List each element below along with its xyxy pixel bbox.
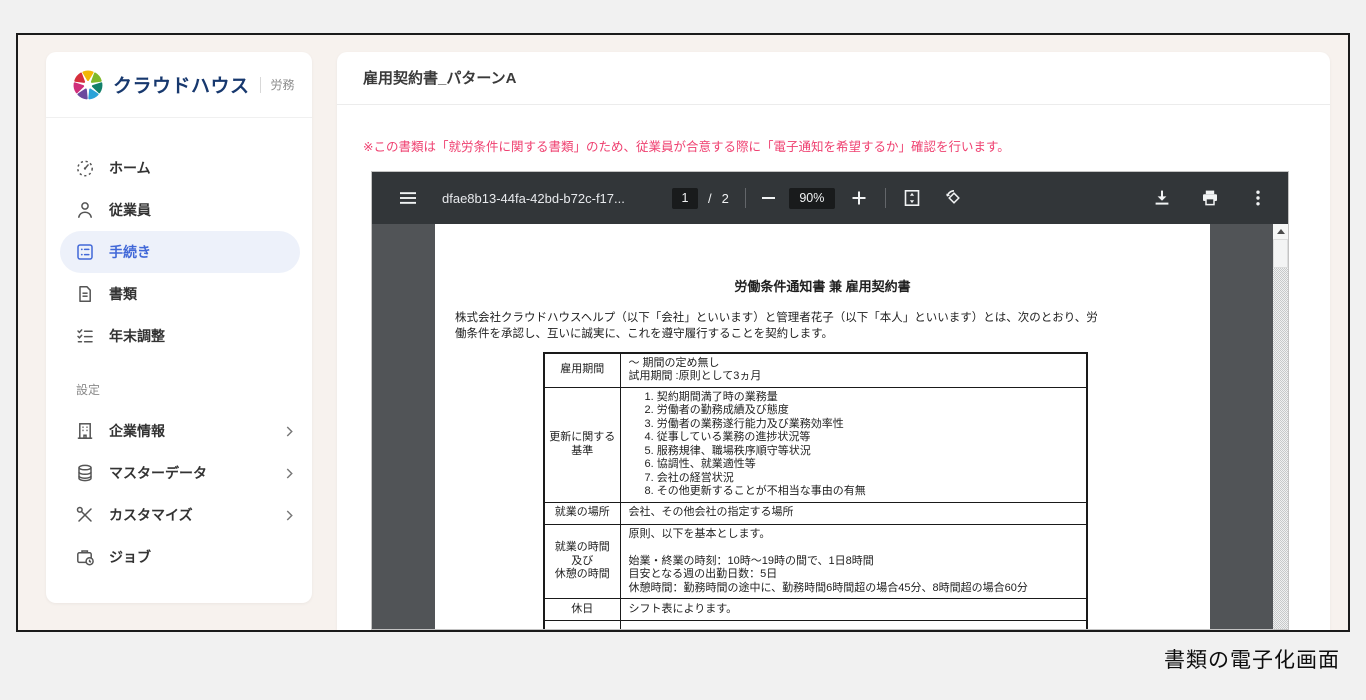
- sidebar-item-jobs[interactable]: ジョブ: [46, 536, 312, 578]
- row-label: 休暇: [544, 621, 620, 629]
- sidebar-item-master-data[interactable]: マスターデータ: [46, 452, 312, 494]
- building-icon: [75, 421, 95, 441]
- table-row: 就業の場所 会社、その他会社の指定する場所: [544, 502, 1087, 524]
- page-title: 雇用契約書_パターンA: [337, 52, 1330, 105]
- table-row: 雇用期間 ～ 期間の定め無し 試用期間 :原則として3ヵ月: [544, 353, 1087, 388]
- zoom-out-button[interactable]: [762, 197, 775, 199]
- zoom-in-button[interactable]: [849, 188, 869, 208]
- sidebar-item-documents[interactable]: 書類: [46, 273, 312, 315]
- pdf-scrollbar[interactable]: [1273, 224, 1288, 629]
- more-vert-icon: [1248, 188, 1268, 208]
- checklist-icon: [75, 326, 95, 346]
- page-separator: /: [708, 191, 712, 206]
- rotate-button[interactable]: [944, 188, 964, 208]
- sidebar-item-procedures[interactable]: 手続き: [60, 231, 300, 273]
- contract-title: 労働条件通知書 兼 雇用契約書: [455, 276, 1190, 295]
- row-content: 会社、その他会社の指定する場所: [620, 502, 1087, 524]
- row-label: 更新に関する 基準: [544, 387, 620, 502]
- main-nav: ホーム 従業員 手続き: [46, 118, 312, 578]
- document-icon: [75, 284, 95, 304]
- main-content: 雇用契約書_パターンA ※この書類は「就労条件に関する書類」のため、従業員が合意…: [337, 52, 1330, 630]
- logo: クラウドハウス 労務: [46, 52, 312, 118]
- product-name: 労務: [260, 77, 295, 93]
- fit-page-button[interactable]: [902, 188, 922, 208]
- pdf-page: 労働条件通知書 兼 雇用契約書 株式会社クラウドハウスヘルプ（以下「会社」といい…: [435, 224, 1210, 629]
- sidebar: クラウドハウス 労務 ホーム 従業員: [46, 52, 312, 603]
- pdf-canvas: 労働条件通知書 兼 雇用契約書 株式会社クラウドハウスヘルプ（以下「会社」といい…: [372, 224, 1288, 629]
- app-window-frame: クラウドハウス 労務 ホーム 従業員: [16, 33, 1350, 632]
- sidebar-item-label: 従業員: [109, 200, 151, 220]
- row-content: 1. 契約期間満了時の業務量 2. 労働者の勤務成績及び態度 3. 労働者の業務…: [620, 387, 1087, 502]
- chevron-right-icon: [285, 425, 294, 438]
- sidebar-item-employees[interactable]: 従業員: [46, 189, 312, 231]
- scroll-up-icon: [1277, 229, 1285, 234]
- database-icon: [75, 463, 95, 483]
- sidebar-item-label: 企業情報: [109, 421, 165, 441]
- table-row: 休日 シフト表によります。: [544, 599, 1087, 621]
- row-label: 雇用期間: [544, 353, 620, 388]
- sidebar-item-company-info[interactable]: 企業情報: [46, 410, 312, 452]
- pdf-filename: dfae8b13-44fa-42bd-b72c-f17...: [442, 191, 625, 206]
- row-content: ～ 期間の定め無し 試用期間 :原則として3ヵ月: [620, 353, 1087, 388]
- flower-logo-icon: [72, 69, 104, 101]
- sidebar-item-home[interactable]: ホーム: [46, 147, 312, 189]
- download-button[interactable]: [1152, 188, 1172, 208]
- toolbar-divider: [745, 188, 746, 208]
- pdf-viewer: dfae8b13-44fa-42bd-b72c-f17... 1 / 2 90%: [371, 171, 1289, 630]
- sidebar-item-label: 書類: [109, 284, 137, 304]
- menu-icon[interactable]: [398, 188, 418, 208]
- row-label: 休日: [544, 599, 620, 621]
- more-options-button[interactable]: [1248, 188, 1268, 208]
- person-icon: [75, 200, 95, 220]
- pdf-toolbar: dfae8b13-44fa-42bd-b72c-f17... 1 / 2 90%: [372, 172, 1288, 224]
- notice-text: ※この書類は「就労条件に関する書類」のため、従業員が合意する際に「電子通知を希望…: [363, 136, 1304, 155]
- row-content: 1. 年次有給休暇 就業規則32条の定めによります。 2. その他の休暇 会社が…: [620, 621, 1087, 629]
- sidebar-item-label: ジョブ: [109, 547, 151, 567]
- procedures-list-icon: [75, 242, 95, 262]
- minus-icon: [762, 197, 775, 199]
- print-button[interactable]: [1200, 188, 1220, 208]
- settings-section-label: 設定: [76, 381, 312, 398]
- scrollbar-thumb[interactable]: [1273, 239, 1288, 268]
- page-total: 2: [722, 191, 729, 206]
- sidebar-item-yearend[interactable]: 年末調整: [46, 315, 312, 357]
- print-icon: [1200, 188, 1220, 208]
- toolbar-divider: [885, 188, 886, 208]
- contract-intro: 株式会社クラウドハウスヘルプ（以下「会社」といいます）と管理者花子（以下「本人」…: [455, 310, 1103, 343]
- row-content: シフト表によります。: [620, 599, 1087, 621]
- row-content: 原則、以下を基本とします。 始業・終業の時刻：10時～19時の間で、1日8時間 …: [620, 524, 1087, 599]
- table-row: 休暇 1. 年次有給休暇 就業規則32条の定めによります。 2. その他の休暇 …: [544, 621, 1087, 629]
- sidebar-item-label: ホーム: [109, 158, 151, 178]
- brand-name: クラウドハウス: [113, 71, 250, 98]
- briefcase-clock-icon: [75, 547, 95, 567]
- sidebar-item-label: カスタマイズ: [109, 505, 193, 525]
- gauge-icon: [75, 158, 95, 178]
- sidebar-item-label: マスターデータ: [109, 463, 207, 483]
- row-label: 就業の場所: [544, 502, 620, 524]
- table-row: 更新に関する 基準 1. 契約期間満了時の業務量 2. 労働者の勤務成績及び態度…: [544, 387, 1087, 502]
- screenshot-caption: 書類の電子化画面: [1164, 644, 1340, 674]
- fit-page-icon: [902, 188, 922, 208]
- scrollbar-up-button[interactable]: [1273, 224, 1288, 239]
- scrollbar-track[interactable]: [1273, 268, 1288, 629]
- contract-table: 雇用期間 ～ 期間の定め無し 試用期間 :原則として3ヵ月 更新に関する 基準 …: [543, 352, 1088, 629]
- page-number-input[interactable]: 1: [672, 188, 698, 209]
- rotate-icon: [944, 188, 964, 208]
- sidebar-item-label: 手続き: [109, 242, 151, 262]
- row-label: 就業の時間 及び 休憩の時間: [544, 524, 620, 599]
- chevron-right-icon: [285, 509, 294, 522]
- table-row: 就業の時間 及び 休憩の時間 原則、以下を基本とします。 始業・終業の時刻：10…: [544, 524, 1087, 599]
- chevron-right-icon: [285, 467, 294, 480]
- download-icon: [1152, 188, 1172, 208]
- sidebar-item-customize[interactable]: カスタマイズ: [46, 494, 312, 536]
- tools-icon: [75, 505, 95, 525]
- zoom-level: 90%: [789, 188, 835, 209]
- sidebar-item-label: 年末調整: [109, 326, 165, 346]
- plus-icon: [849, 188, 869, 208]
